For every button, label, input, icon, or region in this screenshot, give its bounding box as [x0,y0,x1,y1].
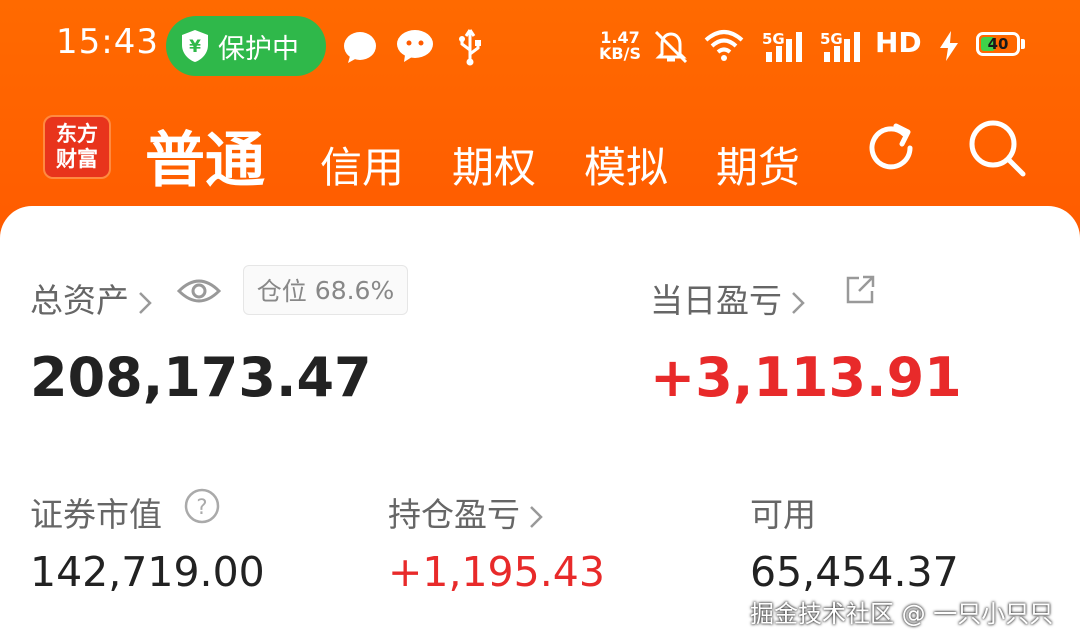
position-label: 仓位 [256,277,307,306]
usb-icon [459,29,481,66]
market-value: 142,719.00 [30,548,265,596]
chevron-right-icon [792,291,805,314]
status-bar: 15:43 ¥ 保护中 1.47 KB/S 5G 5G HD 40 [0,0,1080,92]
eye-icon[interactable] [177,277,221,305]
tab-normal[interactable]: 普通 [145,112,265,199]
signal-1-icon [766,32,802,62]
market-value-label: 证券市值 [30,495,162,534]
holding-pnl-row[interactable]: 持仓盈亏 [388,488,544,536]
daily-pnl-label: 当日盈亏 [650,281,782,320]
net-speed-unit: KB/S [599,44,641,63]
hd-label: HD [875,26,922,59]
help-icon[interactable]: ? [183,487,221,525]
share-external-icon[interactable] [843,273,877,307]
net-speed: 1.47 KB/S [599,30,641,62]
status-time: 15:43 [56,22,159,62]
total-assets-label: 总资产 [30,281,129,320]
protection-pill[interactable]: ¥ 保护中 [166,16,326,76]
watermark: 掘金技术社区 @ 一只小只只 [750,600,1054,628]
chat-bubble-icon [344,32,376,63]
svg-text:¥: ¥ [189,37,201,57]
total-assets-value: 208,173.47 [30,346,372,409]
shield-icon: ¥ [182,30,208,62]
refresh-icon[interactable] [862,118,922,178]
tab-options[interactable]: 期权 [452,134,536,195]
holding-pnl-label: 持仓盈亏 [388,495,520,534]
battery-level: 40 [987,35,1009,53]
available-label: 可用 [750,495,816,534]
logo-line-1: 东方 [56,122,98,146]
signal-2-icon [824,32,860,62]
svg-text:?: ? [196,495,207,519]
chevron-right-icon [139,291,152,314]
wechat-icon [397,30,433,62]
battery-indicator: 40 [976,32,1020,56]
daily-pnl-row[interactable]: 当日盈亏 [650,274,806,322]
available-value: 65,454.37 [750,548,959,596]
holding-pnl-value: +1,195.43 [388,548,605,596]
chevron-right-icon [530,505,543,528]
charging-icon [940,31,958,61]
logo-line-2: 财富 [56,147,98,171]
total-assets-row[interactable]: 总资产 [30,274,153,322]
mute-bell-icon [654,30,688,64]
app-logo[interactable]: 东方 财富 [43,115,111,179]
battery-cap [1021,39,1025,49]
search-icon[interactable] [965,116,1029,180]
daily-pnl-value: +3,113.91 [650,346,962,409]
tab-credit[interactable]: 信用 [320,134,404,195]
position-badge: 仓位 68.6% [243,265,408,315]
position-value: 68.6% [314,275,395,305]
wifi-icon [704,30,744,61]
protection-label: 保护中 [218,33,299,65]
tab-futures[interactable]: 期货 [716,134,800,195]
tab-simulation[interactable]: 模拟 [584,134,668,195]
